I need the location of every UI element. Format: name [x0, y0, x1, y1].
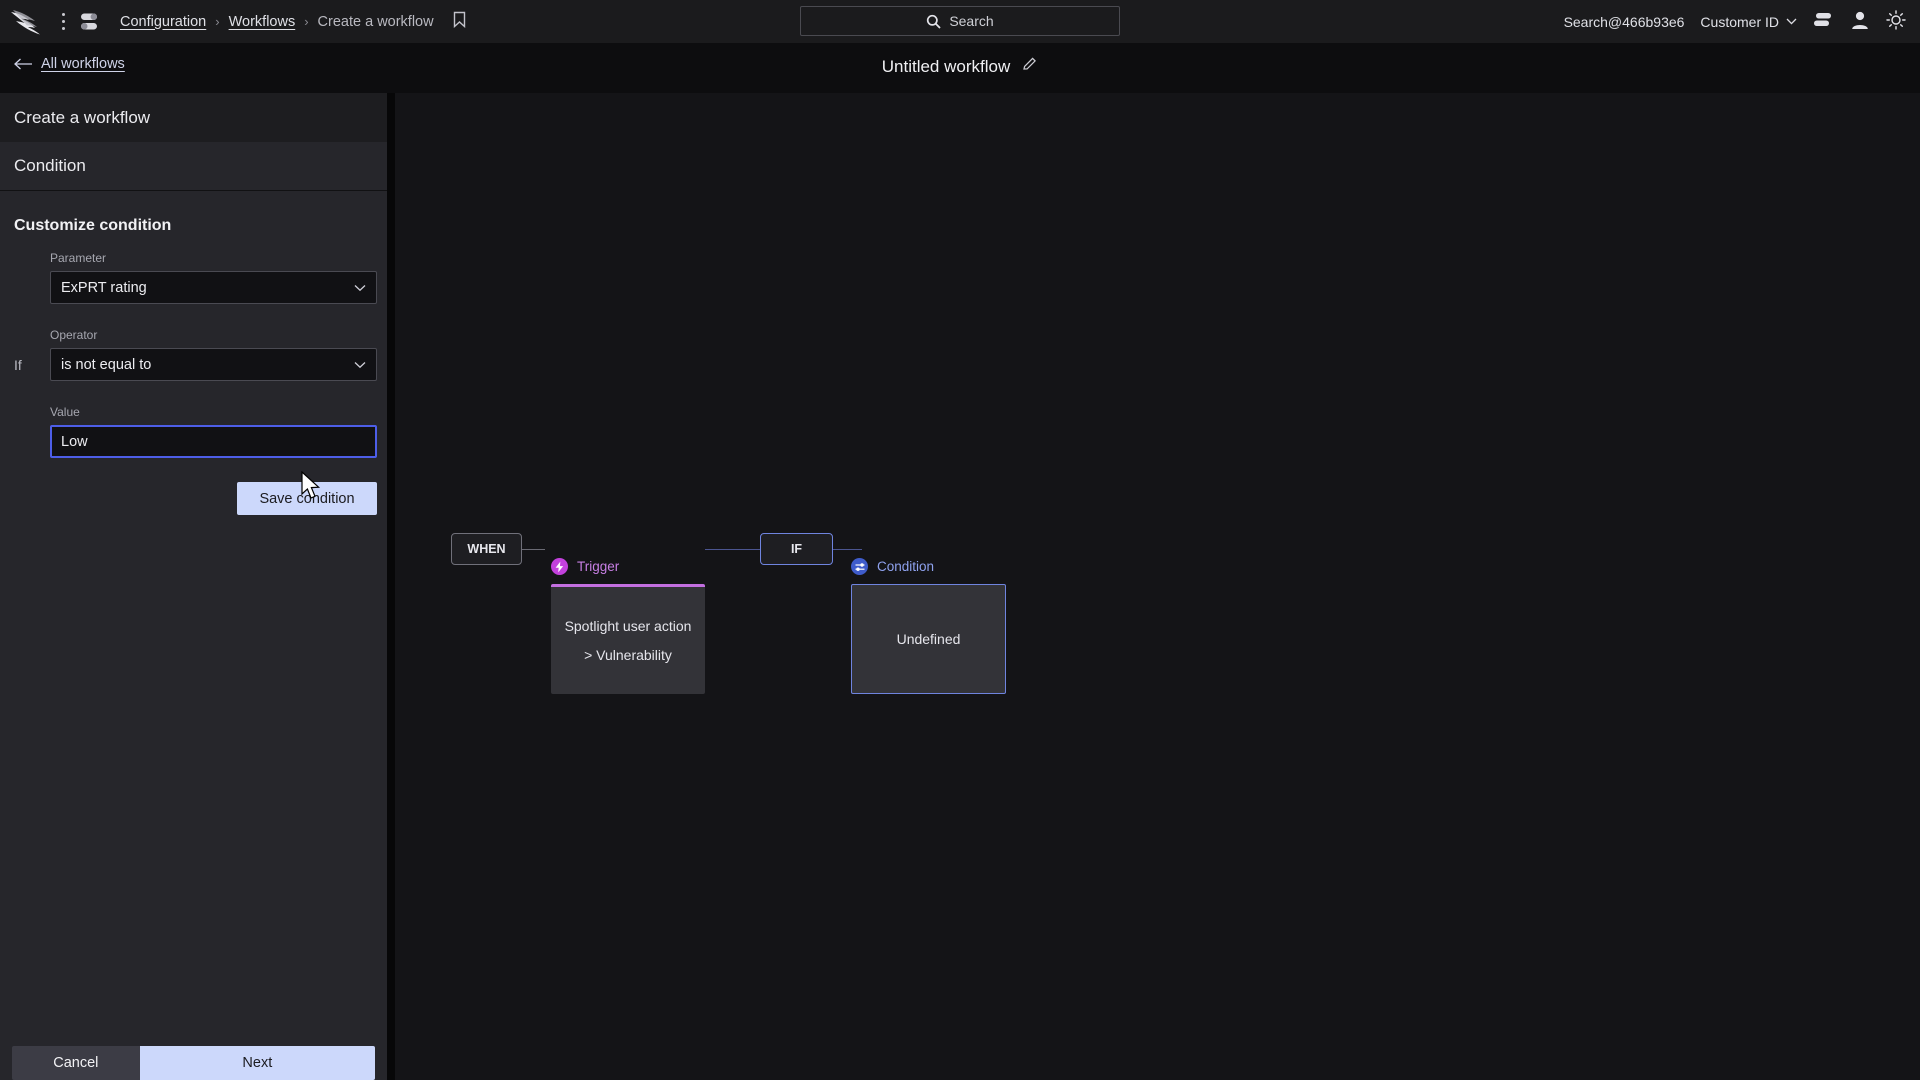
section-title: Customize condition [14, 217, 172, 234]
parameter-select[interactable]: ExPRT rating [50, 271, 377, 304]
trigger-node-header: Trigger [551, 558, 705, 575]
connector-trigger-to-if [705, 549, 760, 550]
panel-step-condition[interactable]: Condition [0, 142, 387, 191]
kebab-menu-icon[interactable] [52, 9, 74, 35]
breadcrumb-separator: › [215, 14, 220, 29]
save-condition-button[interactable]: Save condition [237, 482, 377, 515]
user-avatar-icon[interactable] [1850, 10, 1870, 33]
next-button[interactable]: Next [139, 1046, 375, 1080]
create-workflow-panel: Create a workflow Condition Customize co… [0, 93, 387, 1080]
workflow-title-bar: Untitled workflow [0, 56, 1920, 77]
customer-id-label: Customer ID [1700, 13, 1779, 30]
trigger-card-line1: Spotlight user action [564, 618, 692, 634]
if-label: If [14, 357, 22, 373]
save-condition-row: Save condition [50, 482, 377, 515]
stacked-list-icon[interactable] [1813, 11, 1834, 33]
search-icon [927, 14, 941, 29]
condition-card[interactable]: Undefined [851, 584, 1006, 694]
breadcrumb-item-current: Create a workflow [317, 13, 434, 30]
trigger-node-label: Trigger [577, 559, 620, 574]
bookmark-icon[interactable] [453, 11, 466, 32]
operator-field-label: Operator [50, 328, 98, 342]
operator-field-group: Operator is not equal to [50, 328, 377, 381]
trigger-card[interactable]: Spotlight user action > Vulnerability [551, 584, 705, 694]
sub-header: All workflows Untitled workflow [0, 43, 1920, 93]
operator-select[interactable]: is not equal to [50, 348, 377, 381]
condition-node-label: Condition [877, 559, 935, 574]
value-field-group: Value Low [50, 405, 377, 458]
chevron-down-icon [354, 284, 366, 291]
workflow-canvas[interactable]: WHEN Trigger Spotlight user action > Vul… [395, 93, 1920, 1080]
if-chip[interactable]: IF [760, 533, 833, 565]
account-label[interactable]: Search@466b93e6 [1564, 14, 1685, 30]
connector-when-to-trigger [522, 549, 545, 550]
global-search-input[interactable]: Search [800, 6, 1120, 36]
value-input-text: Low [61, 433, 88, 450]
apps-grid-icon[interactable] [76, 9, 106, 35]
pencil-edit-icon[interactable] [1022, 56, 1038, 77]
page-title: Untitled workflow [881, 56, 1011, 76]
operator-select-value: is not equal to [61, 356, 152, 373]
panel-header-title: Create a workflow [0, 93, 387, 142]
parameter-select-value: ExPRT rating [61, 279, 147, 296]
value-field-label: Value [50, 405, 80, 419]
condition-card-line1: Undefined [896, 631, 961, 647]
top-navigation-bar: Configuration › Workflows › Create a wor… [0, 0, 1920, 43]
parameter-field-label: Parameter [50, 251, 107, 265]
trigger-card-line2: > Vulnerability [584, 647, 672, 663]
breadcrumb-separator: › [304, 14, 309, 29]
panel-body: Customize condition If Parameter ExPRT r… [0, 191, 387, 1046]
customer-id-selector[interactable]: Customer ID [1700, 14, 1797, 30]
panel-footer: Cancel Next [0, 1046, 387, 1080]
kebab-dot [61, 13, 65, 16]
breadcrumb-item-configuration[interactable]: Configuration [120, 14, 206, 30]
condition-node-header: Condition [851, 558, 1006, 575]
top-bar-right-cluster: Search@466b93e6 Customer ID [1564, 0, 1906, 43]
connector-if-to-condition [833, 549, 862, 550]
lightning-bolt-icon [551, 558, 568, 575]
parameter-field-group: Parameter ExPRT rating [50, 251, 377, 304]
cancel-button[interactable]: Cancel [12, 1046, 140, 1080]
trigger-node: Trigger Spotlight user action > Vulnerab… [551, 558, 705, 694]
filter-sliders-icon [851, 558, 868, 575]
value-input[interactable]: Low [50, 425, 377, 458]
kebab-dot [61, 27, 65, 30]
crowdstrike-falcon-logo[interactable] [10, 9, 46, 35]
when-chip[interactable]: WHEN [451, 533, 522, 565]
search-placeholder: Search [949, 13, 994, 29]
workflow-diagram: WHEN Trigger Spotlight user action > Vul… [395, 93, 1920, 1080]
panel-canvas-divider [387, 93, 395, 1080]
breadcrumb: Configuration › Workflows › Create a wor… [120, 11, 466, 32]
chevron-down-icon [354, 361, 366, 368]
brightness-sun-icon[interactable] [1886, 10, 1906, 33]
condition-node: Condition Undefined [851, 558, 1006, 694]
kebab-dot [61, 20, 65, 23]
chevron-down-icon [1786, 18, 1797, 25]
breadcrumb-item-workflows[interactable]: Workflows [229, 14, 296, 30]
